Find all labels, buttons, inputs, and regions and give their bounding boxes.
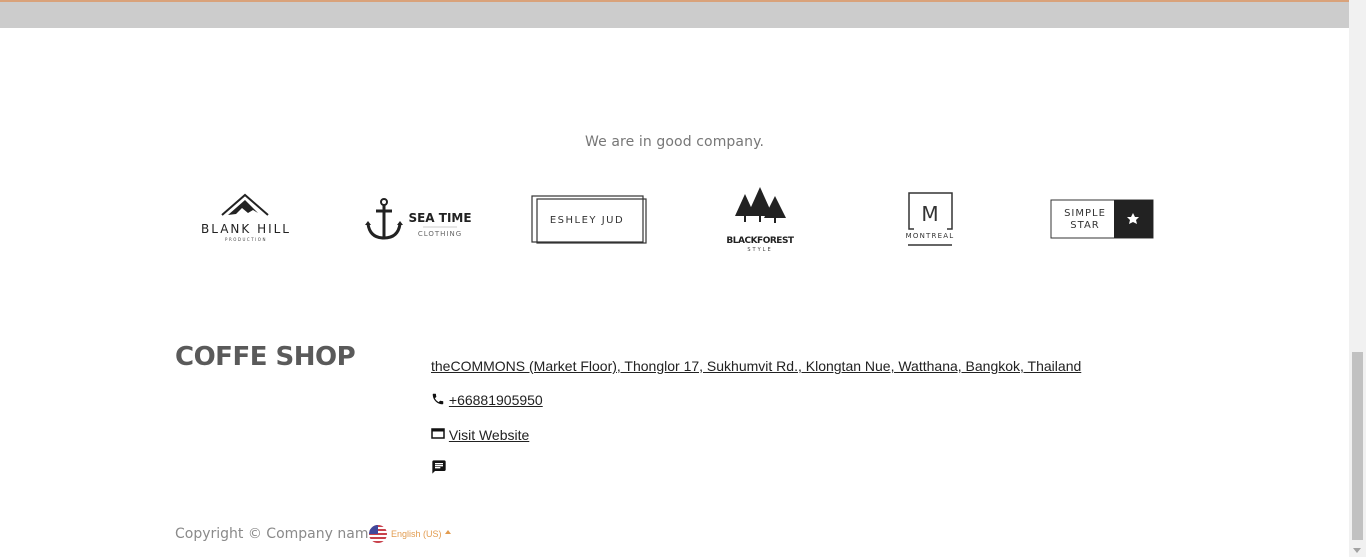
logo-blackforest: BLACKFOREST STYLE [726,187,795,253]
logo-mark: M [921,202,938,226]
logo-sea-time: SEA TIME CLOTHING [365,198,472,240]
logo-name: MONTREAL [906,232,955,240]
caret-up-icon [445,530,451,534]
language-label: English (US) [391,529,442,539]
logo-eshley-jud: ESHLEY JUD [531,195,647,244]
tagline: We are in good company. [584,134,765,150]
copyright: Copyright © Company name [175,526,378,542]
logo-blank-hill: BLANK HILL PRODUCTION [201,193,291,242]
logo-simple-star: SIMPLE STAR [1050,199,1154,239]
top-bar [0,0,1349,28]
logo-sub: STYLE [747,247,772,253]
logo-sub: CLOTHING [418,230,462,238]
logo-sub: PRODUCTION [225,237,267,242]
window-icon [431,427,449,443]
logo-name: BLANK HILL [201,222,291,236]
footer-brand: COFFE SHOP [175,342,356,372]
logo-name: ESHLEY JUD [550,215,624,226]
logo-name: BLACKFOREST [726,236,794,246]
website-row: Visit Website [431,427,529,443]
logo-name-line2: STAR [1070,220,1099,231]
address-link[interactable]: theCOMMONS (Market Floor), Thonglor 17, … [431,358,1081,374]
vertical-scrollbar[interactable] [1349,0,1366,557]
phone-row: +66881905950 [431,392,543,408]
phone-icon [431,392,449,408]
scroll-down-arrow-icon[interactable] [1353,548,1361,553]
chat-icon [431,460,447,477]
visit-website-link[interactable]: Visit Website [449,427,529,443]
logo-montreal: M MONTREAL [906,192,955,246]
us-flag-icon [369,525,387,543]
partner-logos: BLANK HILL PRODUCTION SEA TIME CLOTHING … [0,180,1349,260]
address-row: theCOMMONS (Market Floor), Thonglor 17, … [431,358,1081,374]
phone-link[interactable]: +66881905950 [449,392,543,408]
logo-name: SEA TIME [408,211,471,225]
scrollbar-thumb[interactable] [1352,352,1363,540]
logo-name-line1: SIMPLE [1064,208,1106,219]
message-row [431,459,447,477]
